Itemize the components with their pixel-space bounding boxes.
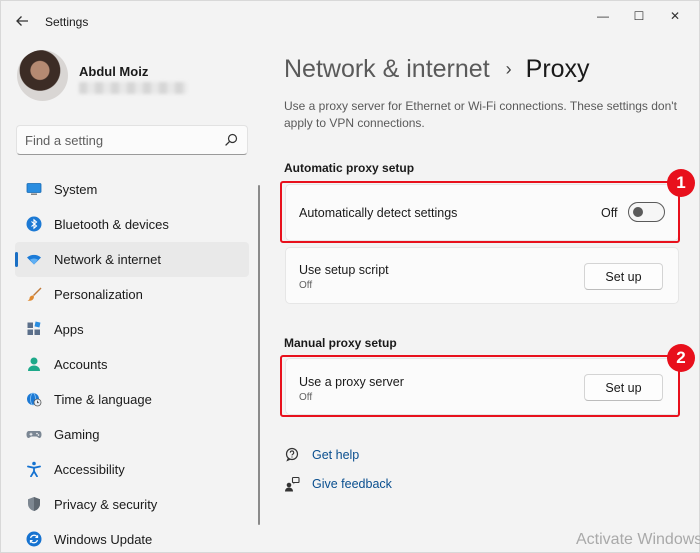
sidebar-item-bluetooth-devices[interactable]: Bluetooth & devices [15, 207, 249, 242]
sidebar-item-label: Accounts [54, 357, 108, 372]
activation-watermark: Activate Windows [576, 531, 700, 548]
setup-script-card: Use setup script Off Set up [285, 247, 679, 304]
callout-marker-1: 1 [667, 169, 695, 197]
sidebar-item-apps[interactable]: Apps [15, 312, 249, 347]
sidebar-item-privacy-security[interactable]: Privacy & security [15, 487, 249, 522]
sidebar-item-accounts[interactable]: Accounts [15, 347, 249, 382]
update-icon [26, 531, 42, 547]
page-title: Proxy [525, 54, 590, 83]
minimize-icon: — [597, 9, 609, 23]
highlight-box-1 [280, 181, 680, 243]
setup-script-status: Off [299, 280, 313, 291]
user-profile[interactable]: Abdul Moiz [17, 49, 257, 105]
page-description: Use a proxy server for Ethernet or Wi-Fi… [284, 99, 677, 130]
person-icon [28, 357, 40, 371]
breadcrumb-parent[interactable]: Network & internet [284, 55, 490, 84]
sidebar-item-label: Time & language [54, 392, 152, 407]
sidebar-item-label: Privacy & security [54, 497, 158, 512]
search-box [16, 125, 248, 155]
close-button[interactable]: ✕ [657, 5, 693, 27]
title-bar: Settings — ☐ ✕ [1, 1, 700, 41]
gamepad-icon [26, 431, 42, 438]
close-icon: ✕ [669, 9, 681, 23]
sidebar-item-windows-update[interactable]: Windows Update [15, 522, 249, 553]
sidebar-item-personalization[interactable]: Personalization [15, 277, 249, 312]
sidebar-item-label: Windows Update [54, 532, 153, 547]
help-chat-icon [285, 447, 299, 462]
wifi-icon [27, 254, 41, 265]
section-title-automatic: Automatic proxy setup [284, 161, 415, 175]
sidebar-nav: System Bluetooth & devices Network & int… [15, 172, 249, 553]
chevron-right-icon: › [505, 58, 512, 79]
sidebar-item-network-internet[interactable]: Network & internet [15, 242, 249, 277]
app-title: Settings [45, 15, 89, 29]
get-help-text: Get help [312, 448, 360, 462]
search-input[interactable] [25, 132, 215, 148]
highlight-box-2 [280, 355, 680, 417]
give-feedback-link[interactable]: Give feedback [284, 474, 392, 494]
maximize-button[interactable]: ☐ [621, 5, 657, 27]
get-help-link[interactable]: Get help [284, 445, 359, 465]
minimize-button[interactable]: — [585, 5, 621, 27]
arrow-left-icon [16, 16, 28, 26]
brush-icon [27, 287, 42, 301]
bluetooth-icon [26, 216, 42, 232]
sidebar-item-accessibility[interactable]: Accessibility [15, 452, 249, 487]
avatar [17, 50, 68, 101]
sidebar-item-label: Network & internet [54, 252, 161, 267]
sidebar-item-label: System [54, 182, 98, 197]
breadcrumb: Network & internet › Proxy [284, 52, 590, 86]
user-name: Abdul Moiz [79, 64, 149, 79]
sidebar-scrollbar[interactable] [258, 185, 260, 525]
sidebar-item-system[interactable]: System [15, 172, 249, 207]
sidebar-item-label: Apps [54, 322, 84, 337]
callout-marker-2: 2 [667, 344, 695, 372]
back-button[interactable] [11, 10, 33, 32]
setup-script-button[interactable]: Set up [584, 263, 663, 290]
maximize-icon: ☐ [633, 9, 645, 23]
apps-icon [27, 321, 41, 335]
sidebar-item-time-language[interactable]: Time & language [15, 382, 249, 417]
sidebar-item-label: Bluetooth & devices [54, 217, 169, 232]
setup-script-label: Use setup script [299, 263, 389, 277]
sidebar-item-gaming[interactable]: Gaming [15, 417, 249, 452]
globe-clock-icon [27, 392, 42, 407]
monitor-icon [26, 183, 42, 195]
shield-icon [28, 497, 40, 511]
sidebar-item-label: Gaming [54, 427, 100, 442]
settings-window: Settings — ☐ ✕ Abdul Moiz System Bluetoo… [0, 0, 700, 553]
user-email-redacted [79, 82, 187, 94]
section-title-manual: Manual proxy setup [284, 336, 397, 350]
search-icon[interactable] [223, 132, 239, 148]
give-feedback-text: Give feedback [312, 477, 392, 491]
feedback-icon [285, 476, 300, 492]
sidebar-item-label: Accessibility [54, 462, 125, 477]
accessibility-icon [27, 461, 41, 477]
sidebar-item-label: Personalization [54, 287, 143, 302]
